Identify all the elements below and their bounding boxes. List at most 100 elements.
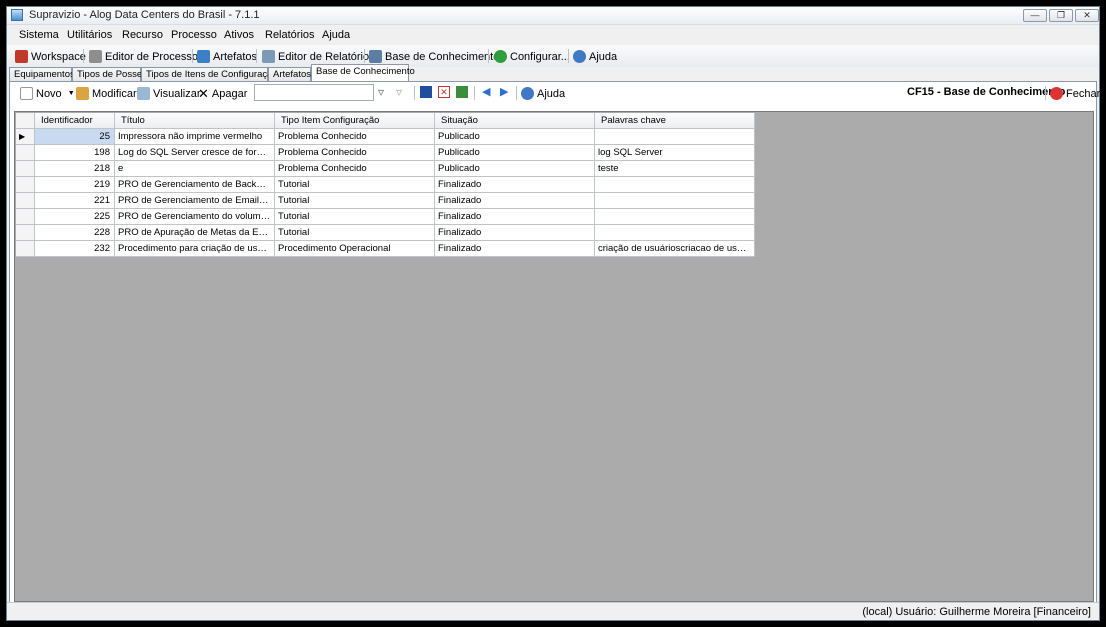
column-header-tipo-item[interactable]: Tipo Item Configuração xyxy=(275,113,435,129)
row-header[interactable] xyxy=(16,161,35,177)
cell-tipo-item[interactable]: Procedimento Operacional xyxy=(275,241,435,257)
cell-identificador[interactable]: 221 xyxy=(35,193,115,209)
cell-identificador[interactable]: 198 xyxy=(35,145,115,161)
dropdown-arrow-icon[interactable]: ▼ xyxy=(68,90,75,97)
tab-base-de-conhecimento[interactable]: Base de Conhecimento xyxy=(311,64,415,82)
toolbar-separator xyxy=(474,86,475,100)
filter-icon[interactable]: ▿ xyxy=(378,85,390,99)
cell-palavras-chave[interactable] xyxy=(595,129,755,145)
configure-button[interactable]: Configurar... xyxy=(494,48,570,65)
cell-situacao[interactable]: Finalizado xyxy=(435,241,595,257)
delete-button[interactable]: ✕ Apagar xyxy=(198,85,247,102)
column-header-palavras-chave[interactable]: Palavras chave xyxy=(595,113,755,129)
cell-palavras-chave[interactable]: criação de usuárioscriacao de usuário... xyxy=(595,241,755,257)
cell-situacao[interactable]: Finalizado xyxy=(435,193,595,209)
cell-titulo[interactable]: PRO de Apuração de Metas da Equipe xyxy=(115,225,275,241)
cell-titulo[interactable]: e xyxy=(115,161,275,177)
search-input[interactable] xyxy=(254,84,374,101)
cell-palavras-chave[interactable] xyxy=(595,177,755,193)
app-icon xyxy=(11,9,23,21)
cell-titulo[interactable]: PRO de Gerenciamento de Email Com... xyxy=(115,193,275,209)
sub-help-button[interactable]: Ajuda xyxy=(521,85,565,102)
cancel-icon[interactable]: ✕ xyxy=(438,86,450,98)
cell-titulo[interactable]: PRO de Gerenciamento do volume ex... xyxy=(115,209,275,225)
tab-tipos-itens-configuracao[interactable]: Tipos de Itens de Configuração xyxy=(141,67,278,82)
help-button[interactable]: Ajuda xyxy=(573,48,617,65)
refresh-icon[interactable] xyxy=(456,86,468,98)
help-icon xyxy=(573,50,586,63)
row-header[interactable] xyxy=(16,209,35,225)
previous-icon[interactable]: ◀ xyxy=(482,85,494,98)
cell-palavras-chave[interactable] xyxy=(595,193,755,209)
process-editor-button[interactable]: Editor de Processos xyxy=(89,48,203,65)
cell-identificador[interactable]: 25 xyxy=(35,129,115,145)
menu-ativos[interactable]: Ativos xyxy=(224,29,254,41)
new-button[interactable]: Novo ▼ xyxy=(20,85,75,102)
column-header-identificador[interactable]: Identificador xyxy=(35,113,115,129)
row-header-corner xyxy=(16,113,35,129)
tab-equipamentos[interactable]: Equipamentos xyxy=(9,67,75,82)
cell-tipo-item[interactable]: Tutorial xyxy=(275,177,435,193)
row-header[interactable]: ▶ xyxy=(16,129,35,145)
cell-palavras-chave[interactable] xyxy=(595,209,755,225)
cell-identificador[interactable]: 218 xyxy=(35,161,115,177)
modify-button[interactable]: Modificar xyxy=(76,85,137,102)
knowledge-base-button[interactable]: Base de Conhecimento xyxy=(369,48,499,65)
cell-titulo[interactable]: Log do SQL Server cresce de forma c... xyxy=(115,145,275,161)
menu-sistema[interactable]: Sistema xyxy=(19,29,59,41)
cell-titulo[interactable]: Procedimento para criação de usuário... xyxy=(115,241,275,257)
cell-tipo-item[interactable]: Problema Conhecido xyxy=(275,145,435,161)
restore-button[interactable]: ❐ xyxy=(1049,9,1073,22)
menu-ajuda[interactable]: Ajuda xyxy=(322,29,350,41)
cell-palavras-chave[interactable]: log SQL Server xyxy=(595,145,755,161)
cell-identificador[interactable]: 219 xyxy=(35,177,115,193)
tab-artefatos[interactable]: Artefatos xyxy=(268,67,311,82)
knowledge-base-label: Base de Conhecimento xyxy=(385,50,500,63)
menu-processo[interactable]: Processo xyxy=(171,29,217,41)
cell-tipo-item[interactable]: Problema Conhecido xyxy=(275,129,435,145)
title-bar[interactable]: Supravizio - Alog Data Centers do Brasil… xyxy=(7,7,1099,25)
cell-situacao[interactable]: Publicado xyxy=(435,129,595,145)
row-header[interactable] xyxy=(16,225,35,241)
cell-situacao[interactable]: Publicado xyxy=(435,161,595,177)
row-header[interactable] xyxy=(16,177,35,193)
cell-tipo-item[interactable]: Tutorial xyxy=(275,225,435,241)
tab-tipos-de-posse[interactable]: Tipos de Posse xyxy=(72,67,142,82)
cell-situacao[interactable]: Publicado xyxy=(435,145,595,161)
column-header-situacao[interactable]: Situação xyxy=(435,113,595,129)
cell-palavras-chave[interactable] xyxy=(595,225,755,241)
menu-utilitarios[interactable]: Utilitários xyxy=(67,29,112,41)
cell-palavras-chave[interactable]: teste xyxy=(595,161,755,177)
artifacts-button[interactable]: Artefatos xyxy=(197,48,257,65)
cell-identificador[interactable]: 225 xyxy=(35,209,115,225)
cell-tipo-item[interactable]: Tutorial xyxy=(275,193,435,209)
cell-titulo[interactable]: PRO de Gerenciamento de Backup C... xyxy=(115,177,275,193)
row-header[interactable] xyxy=(16,241,35,257)
close-button[interactable]: ✕ xyxy=(1075,9,1099,22)
next-icon[interactable]: ▶ xyxy=(500,85,512,98)
cell-situacao[interactable]: Finalizado xyxy=(435,177,595,193)
restore-icon: ❐ xyxy=(1056,10,1066,20)
minimize-button[interactable]: — xyxy=(1023,9,1047,22)
cell-tipo-item[interactable]: Problema Conhecido xyxy=(275,161,435,177)
close-screen-button[interactable]: Fechar xyxy=(1050,85,1100,102)
cell-situacao[interactable]: Finalizado xyxy=(435,225,595,241)
toolbar-separator xyxy=(256,49,257,63)
view-button[interactable]: Visualizar xyxy=(137,85,201,102)
clear-filter-icon[interactable]: ▿ xyxy=(396,85,408,99)
cell-identificador[interactable]: 232 xyxy=(35,241,115,257)
save-icon[interactable] xyxy=(420,86,432,98)
help-icon xyxy=(521,87,534,100)
cell-titulo[interactable]: Impressora não imprime vermelho xyxy=(115,129,275,145)
column-header-titulo[interactable]: Título xyxy=(115,113,275,129)
row-header[interactable] xyxy=(16,145,35,161)
report-editor-button[interactable]: Editor de Relatórios xyxy=(262,48,375,65)
cell-identificador[interactable]: 228 xyxy=(35,225,115,241)
menu-recurso[interactable]: Recurso xyxy=(122,29,163,41)
menu-relatorios[interactable]: Relatórios xyxy=(265,29,315,41)
cell-tipo-item[interactable]: Tutorial xyxy=(275,209,435,225)
workspace-label: Workspace xyxy=(31,50,86,63)
cell-situacao[interactable]: Finalizado xyxy=(435,209,595,225)
row-header[interactable] xyxy=(16,193,35,209)
workspace-button[interactable]: Workspace xyxy=(15,48,86,65)
